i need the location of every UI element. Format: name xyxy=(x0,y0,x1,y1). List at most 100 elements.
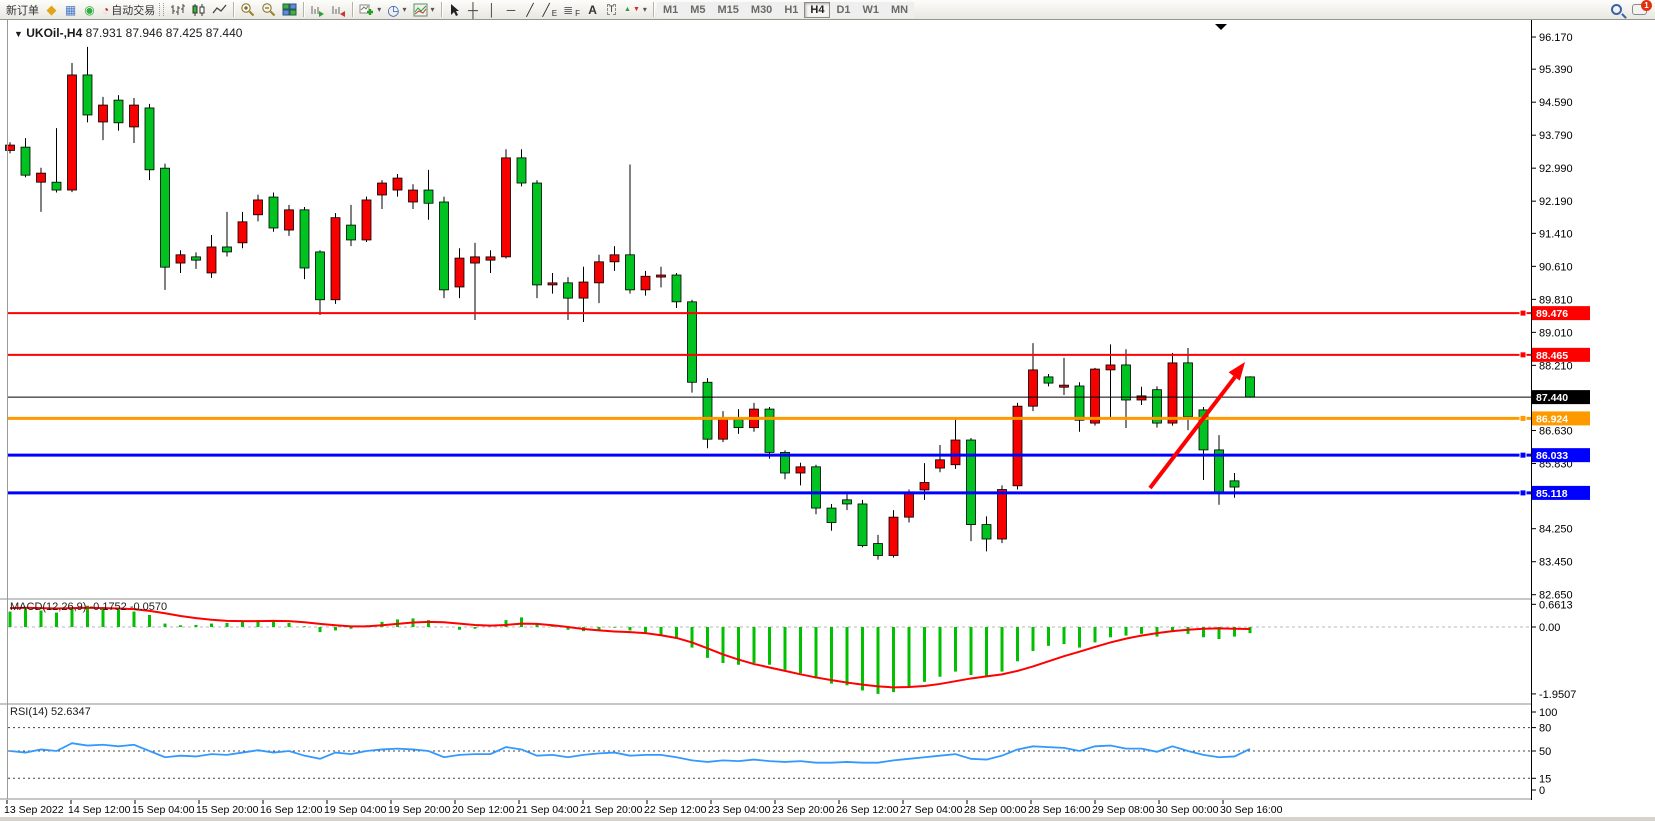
add-indicator-icon xyxy=(359,3,374,17)
candle-body xyxy=(130,105,139,127)
crosshair-tool-button[interactable]: ┼ xyxy=(464,1,483,19)
candle-body xyxy=(1184,363,1193,417)
price-tick-label: 91.410 xyxy=(1539,228,1573,240)
candle-body xyxy=(161,168,170,267)
toolbar-separator xyxy=(352,2,353,17)
candle-body xyxy=(254,200,263,215)
timeframe-M1[interactable]: M1 xyxy=(657,2,684,18)
price-tick-label: 88.210 xyxy=(1539,360,1573,372)
text-label-tool-button[interactable]: T xyxy=(602,1,621,19)
price-tick-label: 90.610 xyxy=(1539,261,1573,273)
candle-body xyxy=(734,419,743,427)
macd-tick-label: 0.6613 xyxy=(1539,599,1573,611)
price-tick-label: 96.170 xyxy=(1539,32,1573,44)
candle-body xyxy=(1044,377,1053,383)
autotrade-button[interactable]: ◔ 自动交易 xyxy=(99,1,158,19)
zoom-in-button[interactable] xyxy=(237,1,258,19)
chart-root: 96.17095.39094.59093.79092.99092.19091.4… xyxy=(0,20,1655,817)
candle-body xyxy=(610,255,619,262)
auto-scroll-button[interactable] xyxy=(307,1,328,19)
timeframe-MN[interactable]: MN xyxy=(885,2,914,18)
candle-body xyxy=(889,517,898,555)
new-order-button[interactable]: 新订单 xyxy=(3,1,42,19)
candle-body xyxy=(998,490,1007,540)
candle-body xyxy=(409,190,418,202)
time-tick-label: 13 Sep 2022 xyxy=(4,804,64,816)
fibonacci-icon: ≣ xyxy=(563,4,573,16)
timeframe-M30[interactable]: M30 xyxy=(745,2,778,18)
time-tick-label: 15 Sep 04:00 xyxy=(132,804,195,816)
candle-body xyxy=(1091,369,1100,423)
timeframe-M15[interactable]: M15 xyxy=(712,2,745,18)
candle-body xyxy=(207,247,216,273)
channel-icon: ╱ xyxy=(543,4,550,16)
candle-body xyxy=(424,190,433,203)
bar-chart-button[interactable] xyxy=(167,1,188,19)
time-tick-label: 28 Sep 16:00 xyxy=(1028,804,1091,816)
chart-shift-icon xyxy=(331,3,346,17)
candle-body xyxy=(37,173,46,182)
text-icon: A xyxy=(588,4,597,16)
horizontal-line-icon: ─ xyxy=(507,4,516,16)
rsi-tick-label: 15 xyxy=(1539,773,1551,785)
candle-body xyxy=(362,200,371,240)
order-tag-button[interactable]: ◆ xyxy=(42,1,61,19)
macd-tick-label: 0.00 xyxy=(1539,622,1560,634)
timeframe-M5[interactable]: M5 xyxy=(684,2,711,18)
candle-body xyxy=(269,197,278,228)
candle-body xyxy=(1122,365,1131,400)
candle-body xyxy=(967,440,976,525)
arrow-up-icon: ▲ xyxy=(624,6,631,13)
add-indicator-button[interactable]: ▾ xyxy=(356,1,384,19)
timeframe-buttons: M1M5M15M30H1H4D1W1MN xyxy=(657,2,914,18)
cursor-tool-button[interactable] xyxy=(445,1,464,19)
zoom-in-icon xyxy=(240,2,255,17)
trendline-tool-button[interactable]: ╱ xyxy=(521,1,540,19)
time-tick-label: 21 Sep 04:00 xyxy=(516,804,579,816)
candle-body xyxy=(83,75,92,115)
chevron-down-icon: ▾ xyxy=(431,5,435,14)
zoom-out-button[interactable] xyxy=(258,1,279,19)
candle-body xyxy=(641,276,650,290)
time-tick-label: 16 Sep 12:00 xyxy=(260,804,323,816)
candle-body xyxy=(223,247,232,252)
candlestick-chart-button[interactable] xyxy=(188,1,209,19)
candle-body xyxy=(843,500,852,504)
time-tick-label: 29 Sep 08:00 xyxy=(1092,804,1155,816)
chart-canvas[interactable]: 96.17095.39094.59093.79092.99092.19091.4… xyxy=(0,0,1655,821)
templates-button[interactable]: ▾ xyxy=(410,1,438,19)
time-tick-label: 30 Sep 00:00 xyxy=(1156,804,1219,816)
fibonacci-tool-button[interactable]: ≣ F xyxy=(560,1,583,19)
candle-body xyxy=(657,275,666,277)
time-tick-label: 27 Sep 04:00 xyxy=(900,804,963,816)
search-icon[interactable] xyxy=(1611,4,1622,15)
candle-body xyxy=(1246,377,1255,397)
channel-tool-button[interactable]: ╱ E xyxy=(540,1,561,19)
toolbar-separator xyxy=(303,2,304,17)
timeframe-H4[interactable]: H4 xyxy=(804,2,830,18)
horizontal-line-tool-button[interactable]: ─ xyxy=(502,1,521,19)
price-label-text: 89.476 xyxy=(1536,308,1568,320)
chart-shift-button[interactable] xyxy=(328,1,349,19)
timeframe-W1[interactable]: W1 xyxy=(857,2,886,18)
arrows-tool-button[interactable]: ▲ ▼ ▾ xyxy=(621,1,650,19)
rsi-tick-label: 50 xyxy=(1539,746,1551,758)
candle-body xyxy=(440,202,449,290)
line-handle xyxy=(1520,310,1526,316)
signals-button[interactable]: ◉ xyxy=(80,1,99,19)
text-tool-button[interactable]: A xyxy=(583,1,602,19)
time-tick-label: 26 Sep 12:00 xyxy=(836,804,899,816)
vertical-line-tool-button[interactable]: │ xyxy=(483,1,502,19)
timeframe-D1[interactable]: D1 xyxy=(830,2,856,18)
candle-body xyxy=(316,252,325,300)
candle-body xyxy=(471,257,480,263)
line-chart-button[interactable] xyxy=(209,1,230,19)
notifications-icon[interactable]: 1 xyxy=(1632,4,1647,15)
candle-body xyxy=(1060,385,1069,387)
trendline-icon: ╱ xyxy=(526,4,533,16)
market-watch-button[interactable]: ▦ xyxy=(61,1,80,19)
candle-body xyxy=(579,282,588,298)
periods-button[interactable]: ◷ ▾ xyxy=(384,1,409,19)
tile-windows-button[interactable] xyxy=(279,1,300,19)
timeframe-H1[interactable]: H1 xyxy=(778,2,804,18)
